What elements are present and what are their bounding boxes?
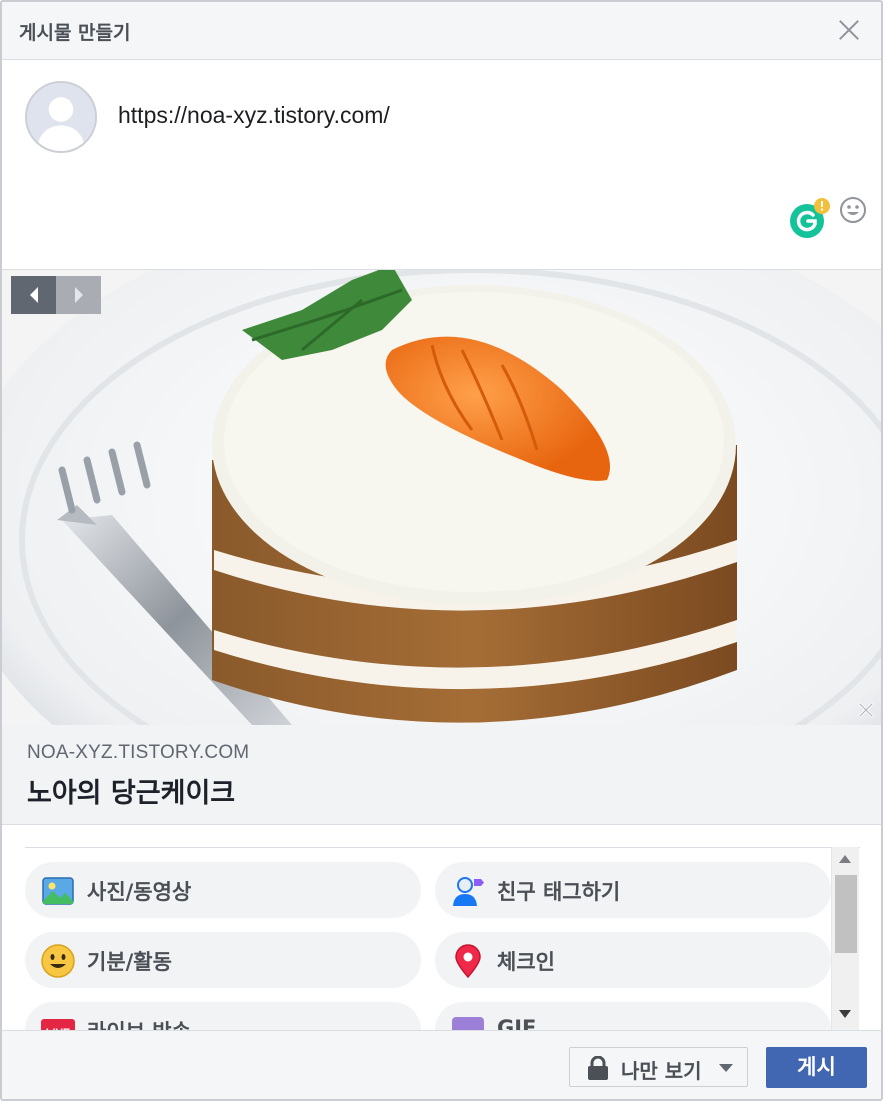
dialog-header: 게시물 만들기 (2, 2, 881, 60)
carrot-cake-image (2, 270, 881, 725)
chevron-right-icon (74, 287, 83, 303)
scroll-thumb[interactable] (835, 875, 857, 953)
privacy-label: 나만 보기 (621, 1059, 702, 1083)
option-label: 사진/동영상 (87, 880, 192, 904)
option-label: 체크인 (497, 950, 555, 974)
photo-video-icon (42, 877, 74, 905)
tag-friends-icon (453, 877, 484, 906)
carousel-prev-button[interactable] (11, 276, 56, 314)
dialog-title: 게시물 만들기 (19, 22, 131, 44)
option-live[interactable]: LIVE 라이브 방송 (25, 1002, 421, 1030)
post-composer[interactable]: https://noa-xyz.tistory.com/ (2, 60, 881, 270)
scroll-up-arrow-icon[interactable] (839, 855, 851, 863)
check-in-icon (455, 944, 481, 979)
options-scrollbar[interactable] (831, 847, 859, 1030)
option-check-in[interactable]: 체크인 (435, 932, 831, 988)
privacy-selector[interactable]: 나만 보기 (569, 1047, 748, 1087)
post-options: 사진/동영상 친구 태그하기 기분/활동 체크인 GIF (25, 847, 860, 1030)
lock-icon (588, 1056, 608, 1080)
carousel-next-button[interactable] (56, 276, 101, 314)
link-title: 노아의 당근케이크 (27, 778, 236, 809)
default-avatar-icon (27, 83, 95, 151)
option-label: GIF (497, 1016, 537, 1030)
carousel-nav (11, 276, 101, 314)
option-label: 라이브 방송 (87, 1016, 191, 1030)
feeling-icon (41, 944, 75, 978)
live-icon: LIVE (41, 1019, 75, 1030)
scroll-down-arrow-icon[interactable] (839, 1010, 851, 1018)
post-text-input[interactable]: https://noa-xyz.tistory.com/ (118, 102, 390, 129)
option-photo-video[interactable]: 사진/동영상 (25, 862, 421, 918)
option-gif[interactable]: GIF (435, 1002, 831, 1030)
remove-preview-icon[interactable] (857, 701, 875, 719)
link-preview-image[interactable] (2, 270, 881, 725)
link-domain: NOA-XYZ.TISTORY.COM (27, 742, 250, 763)
gif-icon (452, 1017, 484, 1030)
option-label: 기분/활동 (87, 950, 172, 974)
avatar (25, 81, 97, 153)
post-button[interactable]: 게시 (766, 1047, 867, 1088)
emoji-picker-icon[interactable] (839, 196, 867, 224)
create-post-dialog: 게시물 만들기 https://noa-xyz.tistory.com/ NOA… (0, 0, 883, 1101)
option-tag-friends[interactable]: 친구 태그하기 (435, 862, 831, 918)
link-preview-info[interactable]: NOA-XYZ.TISTORY.COM 노아의 당근케이크 (2, 725, 881, 825)
close-icon[interactable] (835, 16, 863, 44)
option-feeling[interactable]: 기분/활동 (25, 932, 421, 988)
caret-down-icon (719, 1064, 733, 1072)
grammarly-icon[interactable] (788, 198, 830, 240)
dialog-footer: 나만 보기 게시 (2, 1030, 881, 1099)
chevron-left-icon (29, 287, 38, 303)
option-label: 친구 태그하기 (497, 880, 621, 904)
